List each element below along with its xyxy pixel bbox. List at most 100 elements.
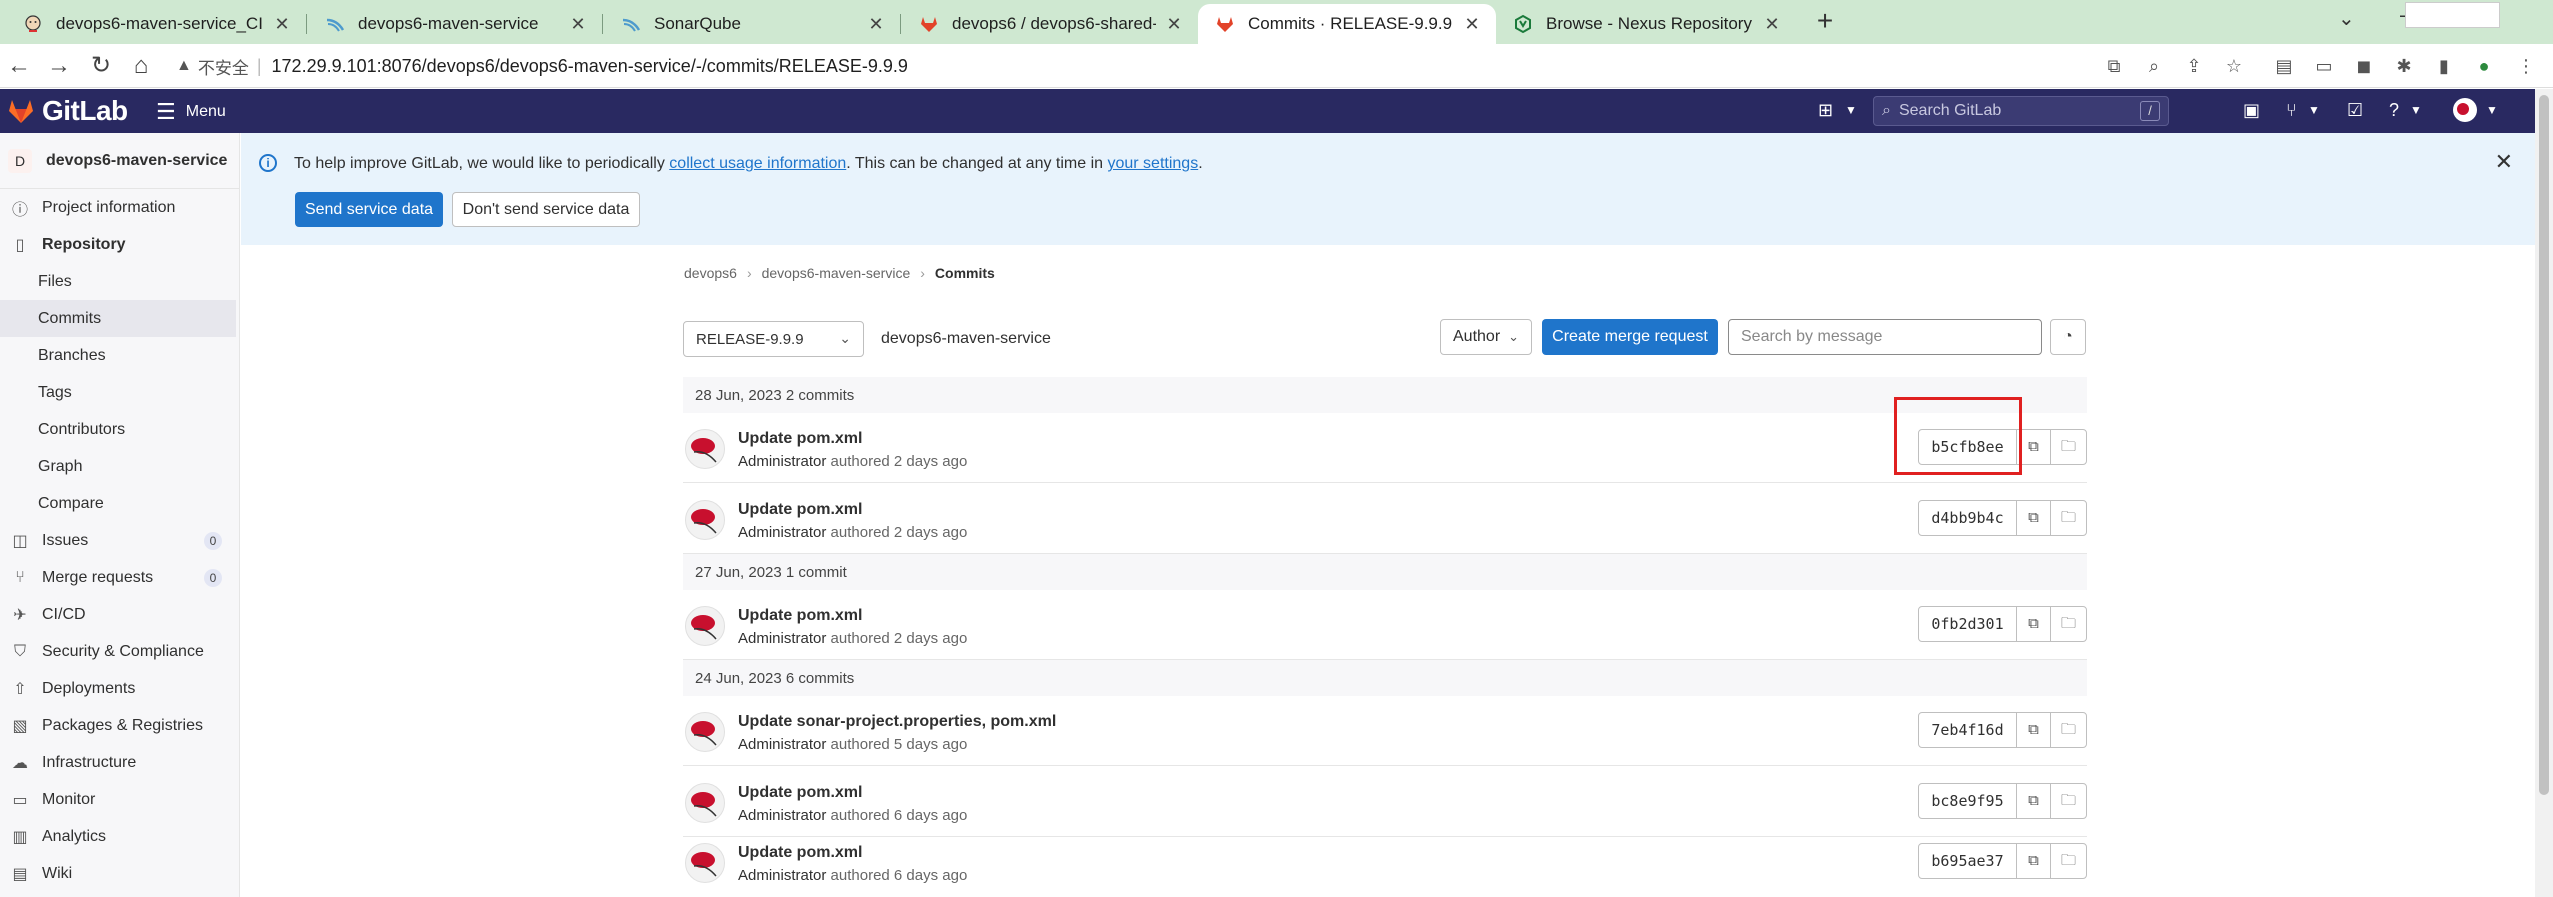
browser-tab-sonarqube[interactable]: SonarQube ✕ [604,4,900,44]
browser-tab-commits[interactable]: Commits · RELEASE-9.9.9 · dev ✕ [1198,4,1496,44]
commit-row[interactable]: Update pom.xml Administrator authored 2 … [683,590,2087,660]
browse-files-button[interactable]: 🗀 [2050,606,2087,642]
commit-row[interactable]: Update pom.xml Administrator authored 6 … [683,827,2087,897]
browse-files-button[interactable]: 🗀 [2050,500,2087,536]
sidebar-item-security-compliance[interactable]: ⛉ Security & Compliance [0,633,236,670]
reload-icon[interactable]: ↻ [88,53,114,79]
bookmark-star-icon[interactable]: ☆ [2223,55,2245,77]
page-scrollbar[interactable] [2535,89,2553,897]
search-by-message-input[interactable]: Search by message [1728,319,2042,355]
sidebar-item-compare[interactable]: Compare [0,485,236,522]
avatar[interactable] [685,783,725,823]
branch-selector[interactable]: RELEASE-9.9.9 ⌄ [683,321,864,357]
send-service-data-button[interactable]: Send service data [295,192,443,227]
browse-files-button[interactable]: 🗀 [2050,429,2087,465]
new-tab-icon[interactable]: + [1810,6,1840,36]
browser-tab-shared-lib[interactable]: devops6 / devops6-shared-lib ✕ [902,4,1198,44]
close-tab-icon[interactable]: ✕ [866,14,886,35]
extension-icon[interactable]: ▤ [2273,55,2295,77]
close-tab-icon[interactable]: ✕ [272,14,292,35]
close-tab-icon[interactable]: ✕ [568,14,588,35]
commit-sha-button[interactable]: bc8e9f95 [1918,783,2017,819]
side-panel-icon[interactable]: ▮ [2433,55,2455,77]
extension-icon[interactable]: ◼ [2353,55,2375,77]
sidebar-item-project-information[interactable]: ⓘ Project information [0,189,236,226]
sidebar-item-wiki[interactable]: ▤ Wiki [0,855,236,892]
chevron-down-icon[interactable]: ▼ [2486,103,2498,117]
commit-title[interactable]: Update pom.xml [738,844,862,862]
puzzle-icon[interactable]: ✱ [2393,55,2415,77]
your-settings-link[interactable]: your settings [1107,155,1198,172]
copy-sha-button[interactable]: ⧉ [2016,783,2051,819]
profile-icon[interactable]: ● [2473,55,2495,77]
user-avatar[interactable] [2452,97,2478,128]
sidebar-item-contributors[interactable]: Contributors [0,411,236,448]
sidebar-item-files[interactable]: Files [0,263,236,300]
todo-icon[interactable]: ☑ [2347,100,2363,121]
browser-tab-nexus[interactable]: Browse - Nexus Repository Ma ✕ [1496,4,1796,44]
sidebar-item-cicd[interactable]: ✈ CI/CD [0,596,236,633]
project-path[interactable]: devops6-maven-service [881,330,1051,348]
sidebar-item-graph[interactable]: Graph [0,448,236,485]
sidebar-item-deployments[interactable]: ⇧ Deployments [0,670,236,707]
collect-usage-link[interactable]: collect usage information [669,155,846,172]
url-field[interactable]: ▲ 不安全 | 172.29.9.101:8076/devops6/devops… [176,49,2076,83]
copy-sha-button[interactable]: ⧉ [2016,606,2051,642]
sidebar-item-tags[interactable]: Tags [0,374,236,411]
commit-sha-button[interactable]: b695ae37 [1918,843,2017,879]
avatar[interactable] [685,500,725,540]
close-icon[interactable]: ✕ [2495,149,2513,175]
help-icon[interactable]: ? [2389,100,2399,121]
plus-square-icon[interactable]: ⊞ [1818,100,1833,121]
copy-sha-button[interactable]: ⧉ [2016,712,2051,748]
commit-sha-button[interactable]: b5cfb8ee [1918,429,2017,465]
create-merge-request-button[interactable]: Create merge request [1542,319,1718,355]
sidebar-item-repository[interactable]: ▯ Repository [0,226,236,263]
chevron-down-icon[interactable]: ▼ [2308,103,2320,117]
gitlab-logo[interactable]: GitLab [6,95,128,127]
avatar[interactable] [685,606,725,646]
breadcrumb-project[interactable]: devops6-maven-service [762,265,911,281]
dont-send-service-data-button[interactable]: Don't send service data [452,192,640,227]
commit-row[interactable]: Update sonar-project.properties, pom.xml… [683,696,2087,766]
commit-sha-button[interactable]: 0fb2d301 [1918,606,2017,642]
close-tab-icon[interactable]: ✕ [1164,14,1184,35]
more-options-icon[interactable]: ⋮ [2515,55,2537,77]
commit-sha-button[interactable]: 7eb4f16d [1918,712,2017,748]
extension-icon[interactable]: ▭ [2313,55,2335,77]
breadcrumb-current[interactable]: Commits [935,265,995,281]
commit-row[interactable]: Update pom.xml Administrator authored 2 … [683,413,2087,483]
commit-title[interactable]: Update pom.xml [738,784,862,802]
browse-files-button[interactable]: 🗀 [2050,712,2087,748]
window-controls[interactable] [2405,2,2500,28]
home-icon[interactable]: ⌂ [128,53,154,79]
sidebar-item-merge-requests[interactable]: ⑂ Merge requests 0 [0,559,236,596]
issues-icon[interactable]: ▣ [2243,100,2260,121]
rss-feed-button[interactable]: ◔ [2050,319,2086,355]
avatar[interactable] [685,712,725,752]
sidebar-project-header[interactable]: D devops6-maven-service [0,133,240,189]
commit-title[interactable]: Update pom.xml [738,501,862,519]
author-filter-dropdown[interactable]: Author ⌄ [1440,319,1532,355]
sidebar-item-monitor[interactable]: ▭ Monitor [0,781,236,818]
avatar[interactable] [685,843,725,883]
copy-sha-button[interactable]: ⧉ [2016,843,2051,879]
zoom-icon[interactable]: ⌕ [2143,55,2165,77]
sidebar-item-infrastructure[interactable]: ☁ Infrastructure [0,744,236,781]
chevron-down-icon[interactable]: ⌄ [2338,6,2355,31]
browser-tab-jenkins[interactable]: devops6-maven-service_CI [Je ✕ [6,4,306,44]
sidebar-item-analytics[interactable]: ▥ Analytics [0,818,236,855]
copy-sha-button[interactable]: ⧉ [2016,429,2051,465]
merge-request-icon[interactable]: ⑂ [2286,100,2297,121]
menu-button[interactable]: ☰ Menu [156,99,226,125]
close-tab-icon[interactable]: ✕ [1462,14,1482,35]
gitlab-search-input[interactable]: ⌕ Search GitLab / [1873,96,2169,126]
close-tab-icon[interactable]: ✕ [1762,14,1782,35]
browser-tab-sonarqube-project[interactable]: devops6-maven-service ✕ [308,4,602,44]
commit-sha-button[interactable]: d4bb9b4c [1918,500,2017,536]
translate-icon[interactable]: ⧉ [2103,55,2125,77]
browse-files-button[interactable]: 🗀 [2050,783,2087,819]
commit-title[interactable]: Update sonar-project.properties, pom.xml [738,713,1056,731]
forward-arrow-icon[interactable]: → [46,53,72,79]
back-arrow-icon[interactable]: ← [6,53,32,79]
